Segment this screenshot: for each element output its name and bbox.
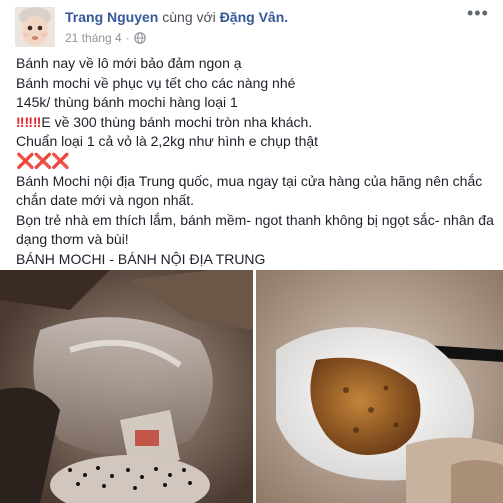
post-line: ❌❌❌ — [16, 152, 496, 172]
public-globe-icon[interactable] — [133, 32, 146, 44]
post-line: Bánh Mochi nội địa Trung quốc, mua ngay … — [16, 172, 483, 209]
post-line: 145k/ thùng bánh mochi hàng loại 1 — [16, 94, 238, 111]
tagged-name[interactable]: Đặng Vân. — [220, 9, 288, 25]
post-line-text: E về 300 thùng bánh mochi tròn nha khách… — [41, 113, 313, 130]
post-line: Bọn trẻ nhà em thích lắm, bánh mềm- ngot… — [16, 211, 494, 248]
post-line: Chuẩn loại 1 cả vỏ là 2,2kg như hình e c… — [16, 133, 319, 150]
photo-grid — [0, 270, 503, 503]
post-meta: 21 tháng 4 · — [65, 31, 146, 45]
post-line: Bánh mochi về phục vụ tết cho các nàng n… — [16, 74, 296, 91]
more-options-icon[interactable]: ••• — [467, 4, 489, 22]
post-text: Bánh nay về lô mới bảo đảm ngon ạ Bánh m… — [16, 54, 496, 270]
post-line: ‼‼‼E về 300 thùng bánh mochi tròn nha kh… — [16, 113, 496, 133]
author-name[interactable]: Trang Nguyen — [65, 9, 158, 25]
post-header: Trang Nguyen cùng với Đặng Vân. 21 tháng… — [0, 0, 503, 54]
double-exclamation-emoji: ‼‼‼ — [16, 113, 42, 130]
baby-face-avatar — [15, 7, 55, 47]
with-text: cùng với — [162, 9, 216, 25]
mochi-box-photo[interactable] — [0, 270, 253, 503]
author-line: Trang Nguyen cùng với Đặng Vân. — [65, 9, 288, 25]
mochi-bite-photo[interactable] — [256, 270, 503, 503]
post-line: Bánh nay về lô mới bảo đảm ngon ạ — [16, 55, 242, 71]
post-line: BÁNH MOCHI - BÁNH NỘI ĐỊA TRUNG — [16, 250, 266, 267]
cross-mark-emoji: ❌❌❌ — [16, 152, 70, 170]
timestamp[interactable]: 21 tháng 4 — [65, 31, 122, 45]
separator-dot: · — [125, 31, 130, 45]
avatar[interactable] — [15, 7, 55, 47]
